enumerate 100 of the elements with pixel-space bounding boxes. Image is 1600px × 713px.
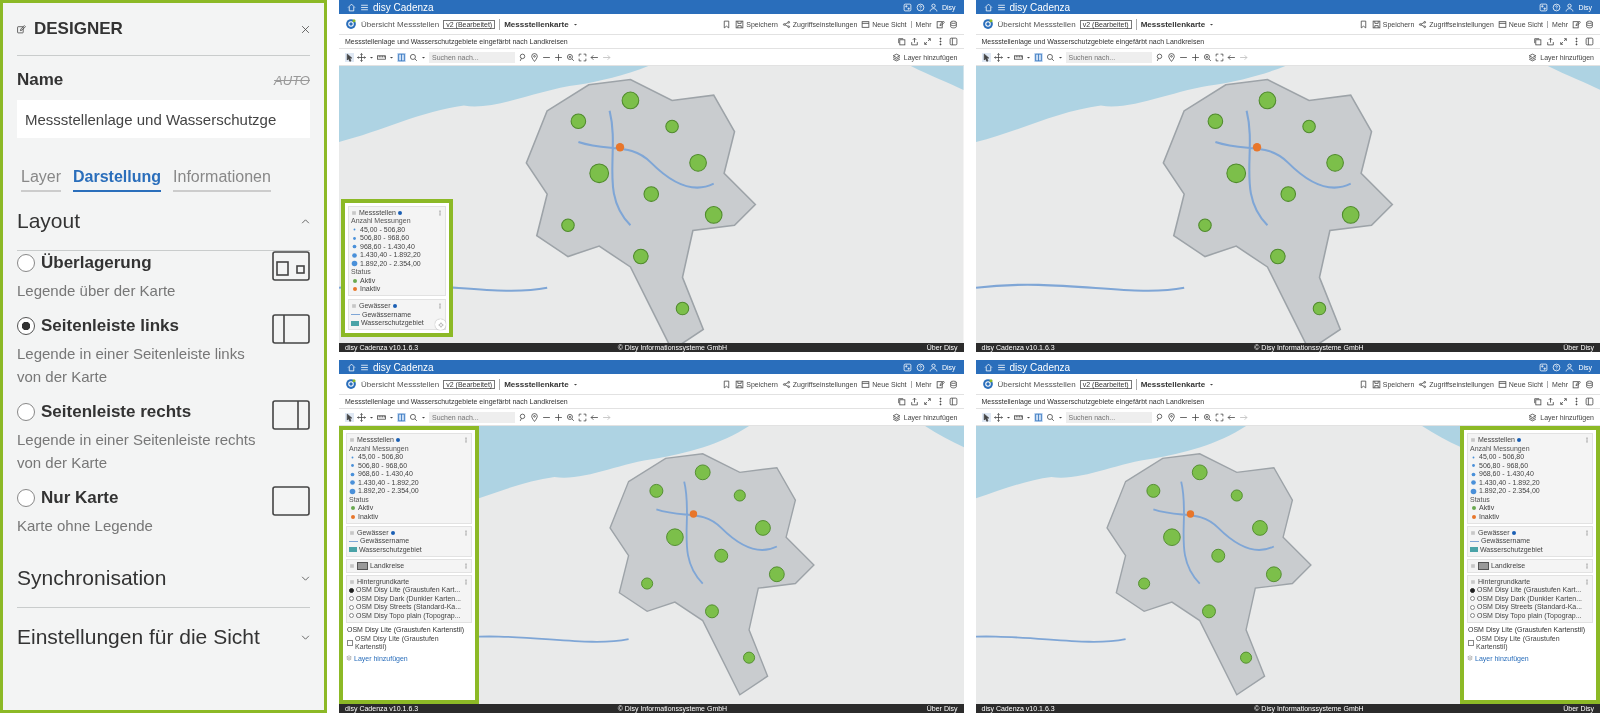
checkbox[interactable]	[1468, 639, 1474, 646]
section-title[interactable]: Einstellungen für die Sicht	[17, 625, 260, 649]
panel-icon[interactable]	[1585, 37, 1594, 46]
section-title[interactable]: Synchronisation	[17, 566, 167, 590]
more-icon[interactable]	[1572, 397, 1581, 406]
drag-handle-icon[interactable]	[1470, 578, 1476, 585]
radio-button[interactable]	[349, 587, 354, 593]
fullscreen-icon[interactable]	[578, 412, 587, 422]
expand-icon[interactable]	[1559, 37, 1568, 46]
zoom-icon[interactable]	[566, 412, 575, 422]
export-icon[interactable]	[909, 397, 919, 406]
marker-icon[interactable]	[1166, 52, 1176, 62]
menu-icon[interactable]	[996, 2, 1006, 12]
edit-icon[interactable]	[935, 19, 945, 29]
edit-icon[interactable]	[935, 379, 945, 389]
drag-handle-icon[interactable]	[351, 209, 357, 216]
arrow-left-icon[interactable]	[590, 52, 599, 62]
move-icon[interactable]	[993, 52, 1003, 62]
ruler-icon[interactable]	[377, 412, 386, 422]
zoom-in-icon[interactable]	[554, 52, 563, 62]
marker-icon[interactable]	[530, 412, 539, 422]
grid-icon[interactable]	[1539, 2, 1549, 12]
home-icon[interactable]	[347, 2, 356, 12]
ruler-icon[interactable]	[1013, 412, 1023, 422]
columns-icon[interactable]	[397, 52, 406, 62]
radio-button[interactable]	[349, 604, 354, 610]
pointer-icon[interactable]	[981, 412, 991, 422]
help-icon[interactable]	[915, 2, 925, 12]
breadcrumb-link[interactable]: Übersicht Messstellen	[361, 379, 440, 389]
bookmark-icon[interactable]	[722, 19, 732, 29]
edit-icon[interactable]	[1572, 19, 1581, 29]
caret-icon[interactable]	[572, 21, 578, 27]
drag-handle-icon[interactable]	[1470, 437, 1476, 443]
move-icon[interactable]	[993, 412, 1003, 422]
caret-icon[interactable]	[1025, 54, 1031, 60]
caret-icon[interactable]	[389, 414, 394, 420]
radio-button[interactable]	[1470, 604, 1475, 610]
caret-icon[interactable]	[421, 414, 426, 420]
copy-icon[interactable]	[896, 397, 906, 406]
caret-icon[interactable]	[369, 414, 374, 420]
caret-icon[interactable]	[1209, 21, 1215, 27]
lasso-icon[interactable]	[1154, 52, 1164, 62]
caret-icon[interactable]	[389, 54, 394, 60]
drag-handle-icon[interactable]	[351, 303, 357, 309]
caret-icon[interactable]	[1057, 54, 1063, 60]
marker-icon[interactable]	[530, 52, 539, 62]
edit-icon[interactable]	[1572, 379, 1581, 389]
drag-handle-icon[interactable]	[349, 562, 355, 569]
bookmark-icon[interactable]	[1358, 19, 1368, 29]
ruler-icon[interactable]	[1013, 52, 1023, 62]
fullscreen-icon[interactable]	[1214, 52, 1224, 62]
columns-icon[interactable]	[397, 412, 406, 422]
layers-icon[interactable]	[891, 412, 901, 422]
arrow-left-icon[interactable]	[1226, 412, 1236, 422]
breadcrumb-link[interactable]: Übersicht Messstellen	[997, 19, 1076, 29]
zoom-in-icon[interactable]	[1190, 52, 1200, 62]
zoom-in-icon[interactable]	[1190, 412, 1200, 422]
view-name[interactable]: Messstellenkarte	[1140, 19, 1206, 29]
radio-button[interactable]	[17, 403, 35, 421]
copy-icon[interactable]	[896, 37, 906, 46]
caret-icon[interactable]	[421, 54, 426, 60]
menu-icon[interactable]	[360, 362, 369, 372]
name-field[interactable]: Messstellenlage und Wasserschutzge	[17, 100, 310, 138]
move-icon[interactable]	[357, 412, 366, 422]
fullscreen-icon[interactable]	[1214, 412, 1224, 422]
copy-icon[interactable]	[1533, 37, 1542, 46]
columns-icon[interactable]	[1033, 52, 1043, 62]
drag-handle-icon[interactable]	[1470, 562, 1476, 569]
breadcrumb-link[interactable]: Übersicht Messstellen	[997, 379, 1076, 389]
menu-icon[interactable]	[996, 362, 1006, 372]
panel-icon[interactable]	[1585, 397, 1594, 406]
search-icon[interactable]	[1045, 412, 1055, 422]
help-icon[interactable]	[1552, 2, 1562, 12]
caret-icon[interactable]	[1005, 54, 1011, 60]
grid-icon[interactable]	[1539, 362, 1549, 372]
zoom-icon[interactable]	[1202, 52, 1212, 62]
move-icon[interactable]	[357, 52, 366, 62]
radio-button[interactable]	[349, 613, 354, 618]
ruler-icon[interactable]	[377, 52, 386, 62]
user-icon[interactable]	[928, 2, 938, 12]
drag-handle-icon[interactable]	[349, 529, 355, 536]
drag-handle-icon[interactable]	[349, 437, 355, 443]
pointer-icon[interactable]	[345, 52, 354, 62]
view-name[interactable]: Messstellenkarte	[504, 379, 569, 389]
radio-button[interactable]	[17, 254, 35, 272]
view-name[interactable]: Messstellenkarte	[504, 19, 569, 29]
panel-icon[interactable]	[948, 397, 958, 406]
chevron-down-icon[interactable]	[301, 573, 310, 583]
expand-icon[interactable]	[922, 397, 932, 406]
help-icon[interactable]	[1552, 362, 1562, 372]
radio-button[interactable]	[1470, 587, 1475, 593]
radio-button[interactable]	[349, 596, 354, 601]
pointer-icon[interactable]	[345, 412, 354, 422]
caret-icon[interactable]	[1025, 414, 1031, 420]
home-icon[interactable]	[983, 2, 993, 12]
caret-icon[interactable]	[369, 54, 374, 60]
panel-icon[interactable]	[948, 37, 958, 46]
search-icon[interactable]	[409, 412, 418, 422]
chevron-down-icon[interactable]	[301, 632, 310, 642]
arrow-left-icon[interactable]	[590, 412, 599, 422]
